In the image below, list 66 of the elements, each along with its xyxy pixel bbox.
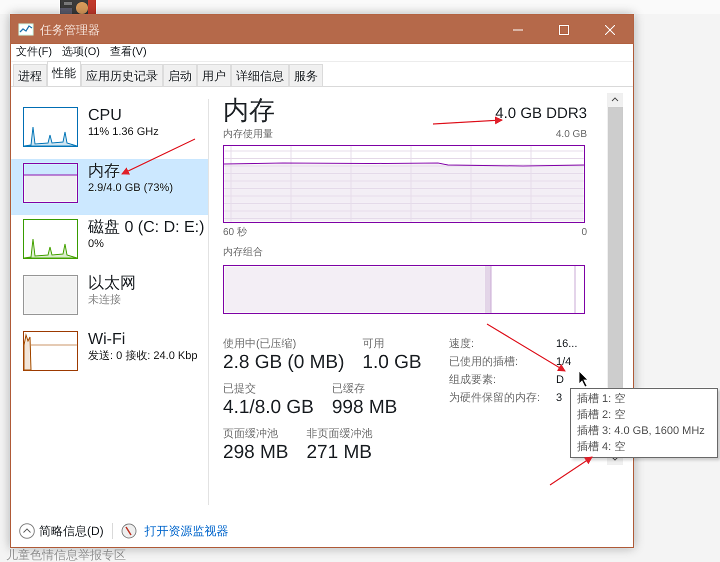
menu-item[interactable]: 选项(O) <box>57 44 105 61</box>
tab[interactable]: 性能 <box>47 61 81 86</box>
device-name: CPU <box>88 107 123 125</box>
stat-label: 可用 <box>362 338 386 351</box>
gauge-icon <box>120 523 137 539</box>
device-detail: 11% 1.36 GHz <box>88 125 159 139</box>
menu-item[interactable]: 文件(F) <box>11 44 58 61</box>
tab[interactable]: 服务 <box>289 64 323 86</box>
chevron-up-icon <box>19 523 35 539</box>
device-name: 以太网 <box>88 275 136 293</box>
property-value: 3 <box>556 391 564 406</box>
sidebar-item[interactable]: 磁盘 0 (C: D: E:) 0% <box>11 215 208 271</box>
property-value: 1/4 <box>556 355 572 370</box>
device-name: 内存 <box>88 163 121 181</box>
stat-value: 2.8 GB (0 MB) <box>223 351 344 375</box>
memory-spec: 4.0 GB DDR3 <box>495 104 587 124</box>
axis-label: 4.0 GB <box>556 129 587 141</box>
tooltip-line: 插槽 2: 空 <box>577 408 626 423</box>
resource-monitor-link[interactable]: 打开资源监视器 <box>144 522 229 540</box>
property-value: 16... <box>556 337 578 352</box>
device-detail: 2.9/4.0 GB (73%) <box>88 181 173 195</box>
tooltip-line: 插槽 1: 空 <box>577 392 626 407</box>
tooltip-line: 插槽 4: 空 <box>577 440 626 455</box>
sidebar-item[interactable]: 以太网 未连接 <box>11 271 208 327</box>
close-icon[interactable] <box>605 24 615 34</box>
maximize-icon[interactable] <box>559 24 569 34</box>
device-detail: 发送: 0 接收: 24.0 Kbp <box>88 349 198 363</box>
stat-label: 使用中(已压缩) <box>223 338 298 351</box>
menu-item[interactable]: 查看(V) <box>104 44 152 61</box>
stat-value: 998 MB <box>332 396 398 420</box>
property-label: 已使用的插槽: <box>449 355 520 370</box>
device-detail: 未连接 <box>88 293 122 307</box>
axis-label: 0 <box>581 227 587 239</box>
chart-label: 内存组合 <box>223 247 264 259</box>
property-value: D <box>556 373 565 388</box>
tab[interactable]: 启动 <box>163 64 197 86</box>
tooltip-line: 插槽 3: 4.0 GB, 1600 MHz <box>577 424 706 439</box>
stat-value: 4.1/8.0 GB <box>223 396 314 420</box>
app-icon <box>18 22 34 36</box>
stat-value: 1.0 GB <box>362 351 422 375</box>
sidebar-item[interactable]: CPU 11% 1.36 GHz <box>11 103 208 159</box>
stat-label: 非页面缓冲池 <box>306 428 372 441</box>
panel-title: 内存 <box>223 95 275 125</box>
tab[interactable]: 应用历史记录 <box>81 64 163 86</box>
stat-value: 271 MB <box>306 441 372 465</box>
property-label: 组成要素: <box>449 372 498 388</box>
property-label: 为硬件保留的内存: <box>449 391 542 406</box>
sidebar-item[interactable]: Wi-Fi 发送: 0 接收: 24.0 Kbp <box>11 327 208 383</box>
property-label: 速度: <box>449 336 476 352</box>
device-detail: 0% <box>88 237 105 251</box>
chart-label: 内存使用量 <box>223 129 273 141</box>
tab[interactable]: 用户 <box>197 64 231 86</box>
sidebar-item[interactable]: 内存 2.9/4.0 GB (73%) <box>11 159 208 215</box>
tab[interactable]: 详细信息 <box>231 64 289 86</box>
details-toggle-button[interactable]: 简略信息(D) <box>19 522 104 540</box>
stat-label: 已缓存 <box>332 383 366 396</box>
window-title: 任务管理器 <box>40 22 100 38</box>
stat-label: 页面缓冲池 <box>223 428 279 441</box>
stat-label: 已提交 <box>223 383 257 396</box>
footer-link-text: 儿童色情信息举报专区 <box>6 548 126 562</box>
axis-label: 60 秒 <box>223 227 247 239</box>
device-name: 磁盘 0 (C: D: E:) <box>88 219 204 237</box>
device-name: Wi-Fi <box>88 331 126 349</box>
tab[interactable]: 进程 <box>13 64 47 86</box>
annotation-arrow <box>550 456 593 486</box>
stat-value: 298 MB <box>223 441 288 465</box>
